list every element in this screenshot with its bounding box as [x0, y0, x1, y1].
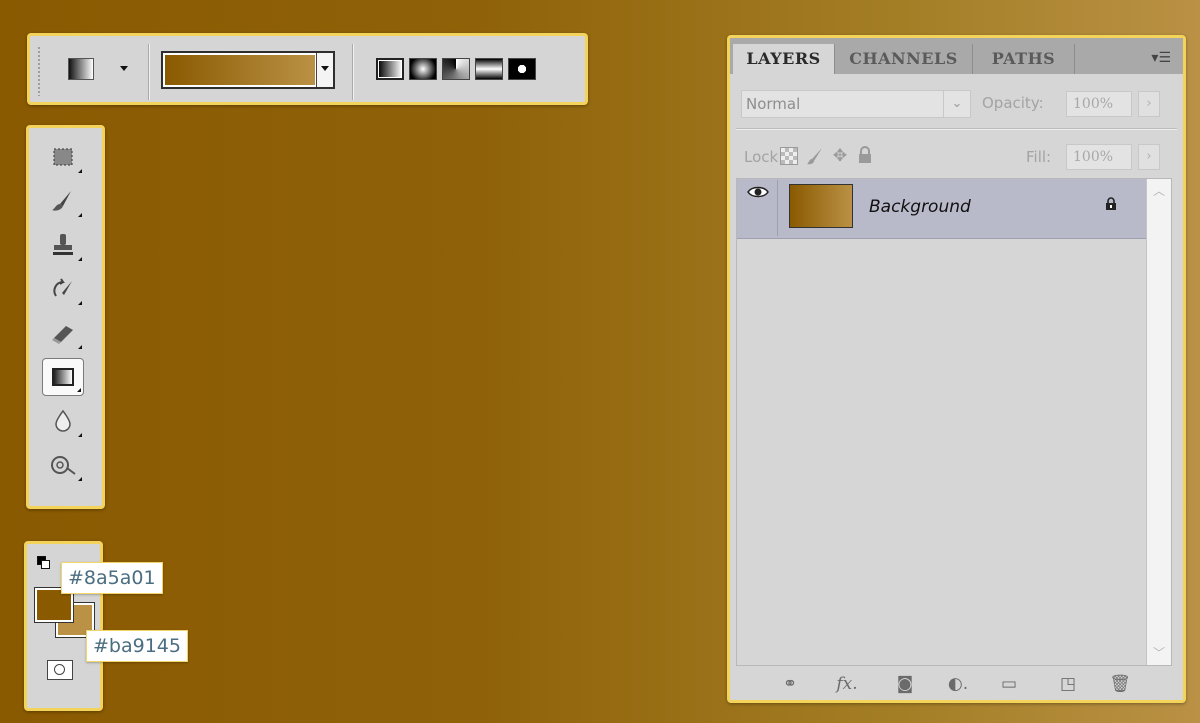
reflected-gradient-icon[interactable] [475, 58, 503, 80]
options-bar-grip[interactable] [37, 46, 41, 96]
linear-gradient-icon[interactable] [376, 58, 404, 80]
lock-all-icon[interactable] [855, 146, 875, 166]
panel-tabs: LAYERS CHANNELS PATHS ▾☰ [730, 38, 1183, 74]
blur-tool-icon[interactable] [42, 402, 84, 440]
layer-row-background[interactable]: Background [737, 179, 1147, 239]
layers-panel: LAYERS CHANNELS PATHS ▾☰ Normal ⌄ Opacit… [727, 35, 1186, 703]
foreground-hex-label: #8a5a01 [61, 562, 163, 594]
scroll-up-icon[interactable]: ︿ [1149, 181, 1169, 201]
scroll-down-icon[interactable]: ﹀ [1149, 643, 1169, 663]
layer-thumbnail[interactable] [789, 184, 853, 228]
opacity-field[interactable]: 100% [1066, 91, 1132, 117]
chevron-down-icon[interactable]: ⌄ [943, 91, 970, 117]
layer-list: Background ︿ ﹀ [736, 178, 1172, 666]
clone-stamp-tool-icon[interactable] [42, 226, 84, 264]
divider [352, 44, 353, 100]
tab-channels[interactable]: CHANNELS [835, 44, 973, 74]
default-colors-icon-bg[interactable] [41, 560, 50, 569]
divider [736, 128, 1177, 129]
quick-mask-icon[interactable] [47, 660, 73, 680]
opacity-label: Opacity: [982, 94, 1044, 112]
fx-icon[interactable]: fx. [834, 674, 860, 694]
new-layer-icon[interactable]: ◳ [1055, 674, 1081, 694]
adjustment-icon[interactable]: ◐. [945, 674, 971, 694]
lock-pixels-icon[interactable] [805, 146, 825, 166]
tools-panel [26, 125, 105, 509]
lock-transparency-icon[interactable] [780, 147, 798, 165]
divider [148, 44, 149, 100]
options-bar [27, 33, 588, 105]
layers-scrollbar[interactable]: ︿ ﹀ [1146, 179, 1171, 665]
fill-slider-arrow-icon[interactable]: › [1138, 144, 1160, 170]
gradient-tool-icon[interactable] [42, 358, 84, 396]
diamond-gradient-icon[interactable] [508, 58, 536, 80]
marquee-tool-icon[interactable] [42, 138, 84, 176]
gradient-dropdown-button[interactable] [316, 53, 333, 87]
history-brush-tool-icon[interactable] [42, 270, 84, 308]
background-hex-label: #ba9145 [86, 630, 188, 662]
fill-field[interactable]: 100% [1066, 144, 1132, 170]
fill-label: Fill: [1026, 148, 1052, 166]
gradient-picker[interactable] [161, 51, 335, 89]
radial-gradient-icon[interactable] [409, 58, 437, 80]
eye-icon[interactable] [738, 180, 778, 236]
dodge-tool-icon[interactable] [42, 446, 84, 484]
layer-lock-icon [1105, 197, 1117, 215]
tab-paths[interactable]: PATHS [973, 44, 1075, 74]
trash-icon[interactable]: 🗑 [1107, 674, 1133, 694]
angle-gradient-icon[interactable] [442, 58, 470, 80]
gradient-tool-preset-icon[interactable] [68, 58, 94, 80]
chevron-down-icon[interactable] [120, 66, 128, 71]
blend-mode-value: Normal [746, 95, 801, 113]
layer-name[interactable]: Background [869, 197, 971, 217]
opacity-slider-arrow-icon[interactable]: › [1138, 91, 1160, 117]
folder-icon[interactable]: ▭ [996, 674, 1022, 694]
link-icon[interactable]: ⚭ [777, 674, 803, 694]
lock-position-icon[interactable]: ✥ [830, 146, 850, 166]
eraser-tool-icon[interactable] [42, 314, 84, 352]
mask-icon[interactable]: ◙ [892, 674, 918, 694]
brush-tool-icon[interactable] [42, 182, 84, 220]
tab-layers[interactable]: LAYERS [733, 44, 835, 74]
gradient-preview[interactable] [165, 55, 315, 85]
blend-mode-select[interactable]: Normal ⌄ [741, 90, 971, 118]
lock-label: Lock: [744, 148, 784, 166]
panel-menu-icon[interactable]: ▾☰ [1151, 50, 1171, 66]
